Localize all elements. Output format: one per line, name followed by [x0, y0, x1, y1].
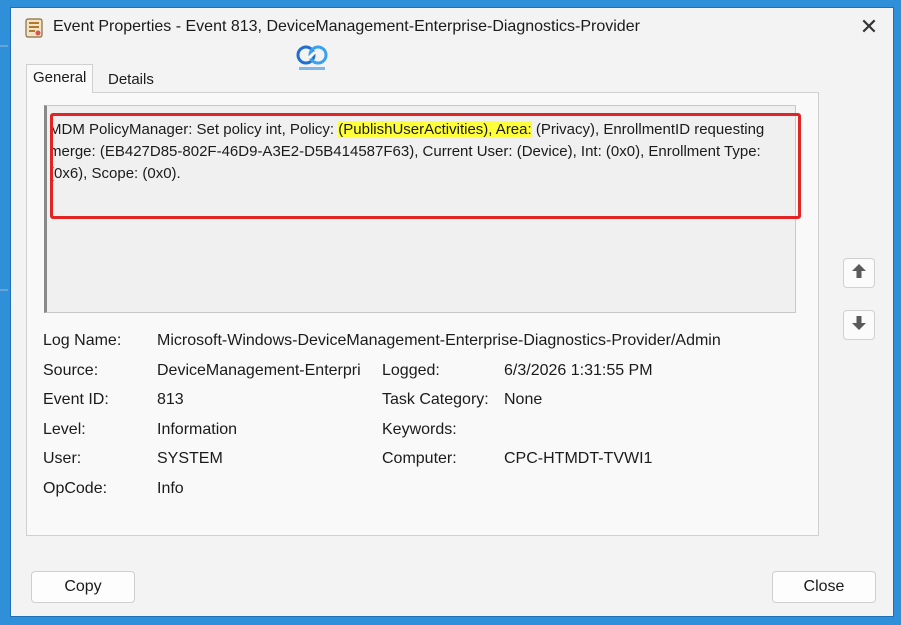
level-label: Level:: [43, 421, 86, 438]
log-name-value: Microsoft-Windows-DeviceManagement-Enter…: [157, 332, 721, 349]
background-edge: [0, 45, 8, 291]
description-text-1: MDM PolicyManager: Set policy int, Polic…: [49, 121, 339, 138]
task-category-value: None: [504, 391, 543, 408]
htmd-logo: [293, 44, 331, 74]
tab-details[interactable]: Details: [102, 67, 160, 93]
computer-value: CPC-HTMDT-TVWI1: [504, 450, 653, 467]
copy-button[interactable]: Copy: [31, 571, 135, 603]
opcode-value: Info: [157, 480, 184, 497]
general-tab-panel: MDM PolicyManager: Set policy int, Polic…: [26, 92, 819, 536]
arrow-down-icon: [851, 315, 867, 336]
close-icon[interactable]: ✕: [857, 16, 881, 40]
source-label: Source:: [43, 362, 99, 379]
task-category-label: Task Category:: [382, 391, 489, 408]
arrow-up-icon: [851, 263, 867, 284]
user-label: User:: [43, 450, 82, 467]
close-button[interactable]: Close: [772, 571, 876, 603]
highlighted-policy-text: (PublishUserActivities), Area:: [338, 121, 532, 138]
event-properties-window: Event Properties - Event 813, DeviceMana…: [10, 7, 894, 617]
next-event-button[interactable]: [843, 310, 875, 340]
event-description: MDM PolicyManager: Set policy int, Polic…: [49, 119, 789, 185]
event-id-value: 813: [157, 391, 184, 408]
source-value: DeviceManagement-Enterpri: [157, 362, 361, 379]
log-name-label: Log Name:: [43, 332, 122, 349]
event-id-label: Event ID:: [43, 391, 109, 408]
logged-value: 6/3/2026 1:31:55 PM: [504, 362, 653, 379]
computer-label: Computer:: [382, 450, 457, 467]
level-value: Information: [157, 421, 238, 438]
window-title: Event Properties - Event 813, DeviceMana…: [53, 18, 640, 35]
user-value: SYSTEM: [157, 450, 223, 467]
opcode-label: OpCode:: [43, 480, 108, 497]
previous-event-button[interactable]: [843, 258, 875, 288]
keywords-label: Keywords:: [382, 421, 457, 438]
logged-label: Logged:: [382, 362, 440, 379]
title-bar: Event Properties - Event 813, DeviceMana…: [11, 8, 893, 48]
event-viewer-icon: [25, 18, 43, 38]
tab-general[interactable]: General: [26, 64, 94, 93]
